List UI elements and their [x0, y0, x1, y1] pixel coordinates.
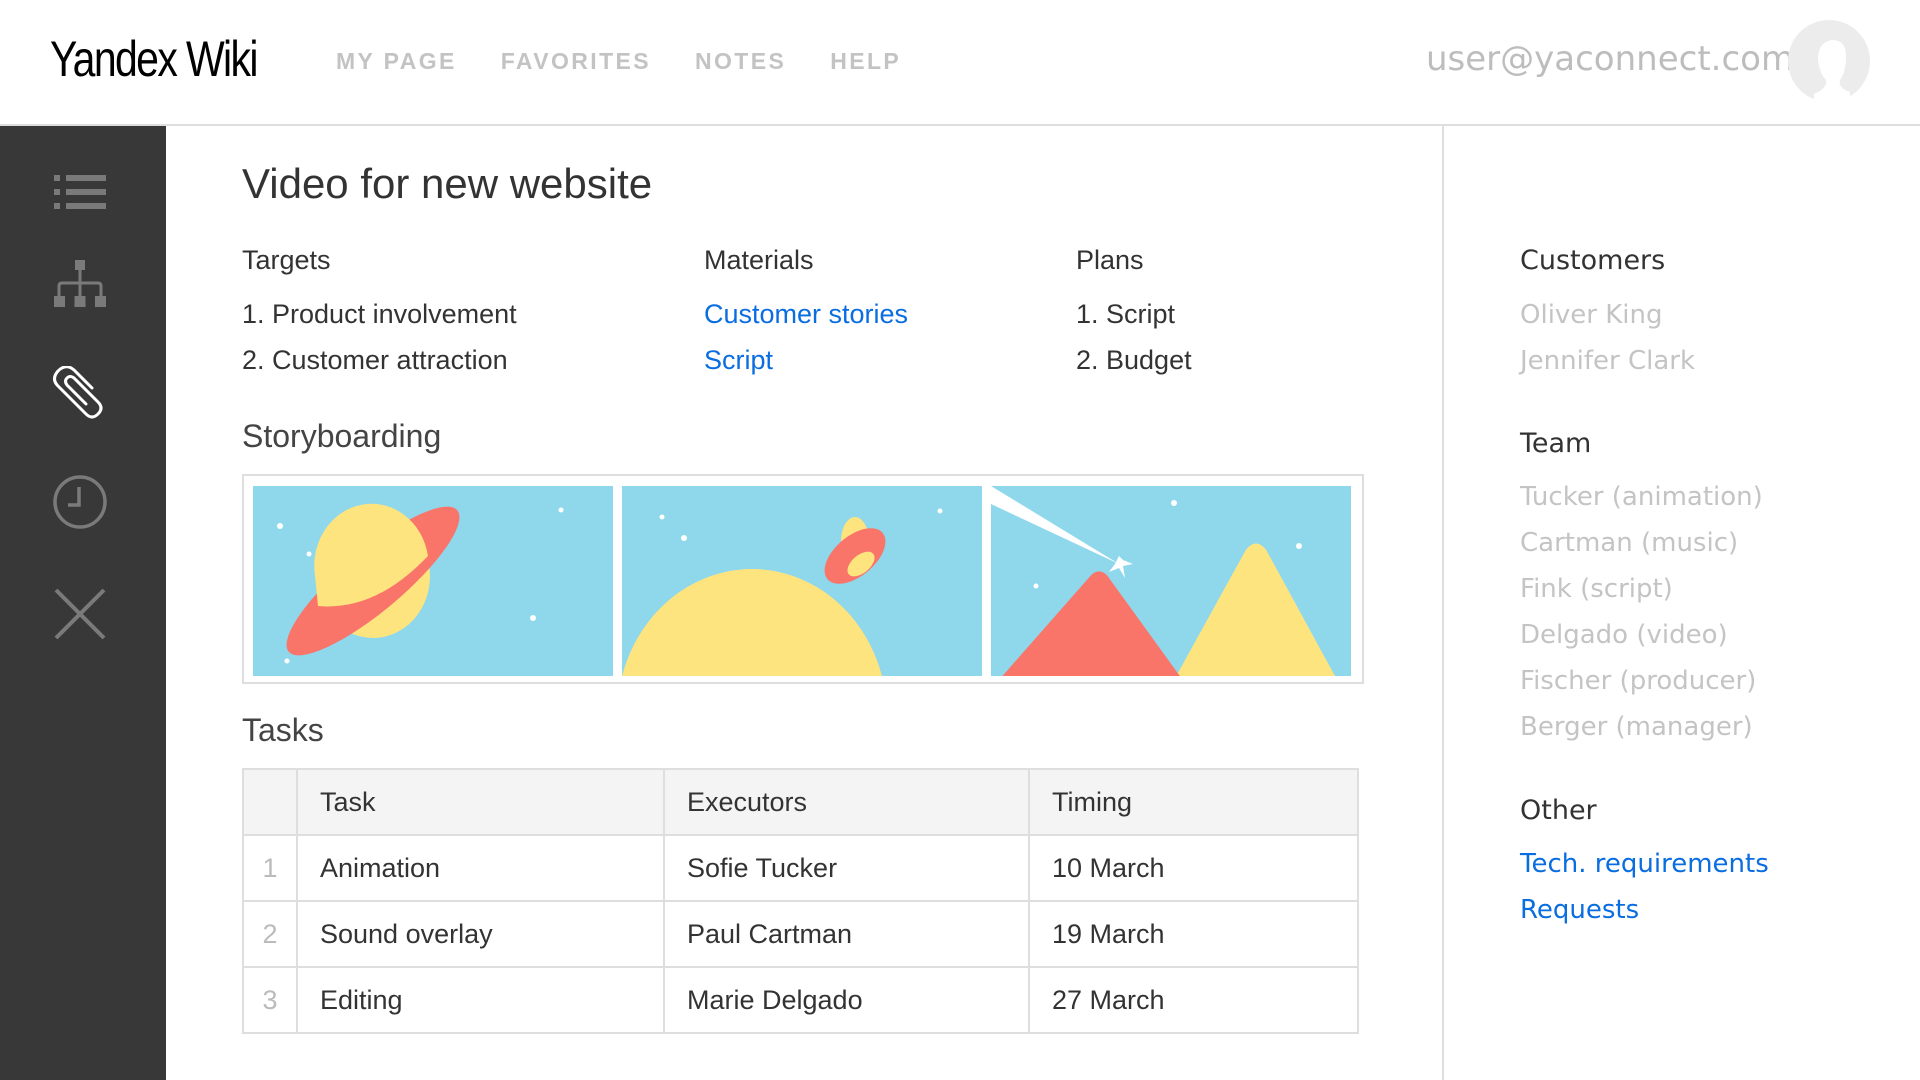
- material-link-script[interactable]: Script: [704, 345, 773, 376]
- team-member: Fischer (producer): [1520, 666, 1757, 696]
- nav-favorites[interactable]: FAVORITES: [501, 48, 651, 75]
- executor-cell: Marie Delgado: [663, 966, 1030, 1034]
- other-heading: Other: [1520, 795, 1597, 826]
- avatar[interactable]: [1788, 20, 1870, 102]
- table-header-row: Task Executors Timing: [242, 768, 1359, 836]
- column-header-task: Task: [296, 768, 665, 836]
- task-cell: Animation: [296, 834, 665, 902]
- plan-item: 1. Script: [1076, 299, 1176, 329]
- team-member: Tucker (animation): [1520, 482, 1763, 512]
- left-sidebar: [0, 126, 166, 1080]
- task-cell: Editing: [296, 966, 665, 1034]
- logo-product: Wiki: [185, 31, 259, 87]
- timing-cell: 10 March: [1028, 834, 1359, 902]
- column-header-timing: Timing: [1028, 768, 1359, 836]
- storyboarding-heading: Storyboarding: [242, 418, 442, 454]
- page-title: Video for new website: [242, 160, 653, 207]
- nav-help[interactable]: HELP: [830, 48, 901, 75]
- team-heading: Team: [1520, 428, 1592, 459]
- executor-cell: Sofie Tucker: [663, 834, 1030, 902]
- tasks-table: Task Executors Timing 1 Animation Sofie …: [242, 768, 1359, 1034]
- team-member: Berger (manager): [1520, 712, 1753, 742]
- ufo-planet-illustration: [622, 508, 943, 676]
- task-cell: Sound overlay: [296, 900, 665, 968]
- top-nav: MY PAGE FAVORITES NOTES HELP: [336, 48, 901, 75]
- storyboard-frame-mountains[interactable]: [991, 486, 1351, 676]
- storyboard-frame-ufo[interactable]: [622, 486, 982, 676]
- target-item: 1. Product involvement: [242, 299, 517, 329]
- link-tech-requirements[interactable]: Tech. requirements: [1520, 849, 1769, 879]
- right-panel-divider: [1442, 126, 1444, 1080]
- team-member: Delgado (video): [1520, 620, 1728, 650]
- customer-item: Oliver King: [1520, 300, 1663, 330]
- ringed-planet-illustration: [277, 503, 564, 664]
- link-requests[interactable]: Requests: [1520, 895, 1639, 925]
- materials-heading: Materials: [704, 245, 814, 275]
- close-icon: [54, 588, 106, 640]
- plans-heading: Plans: [1076, 245, 1144, 275]
- table-row: 3 Editing Marie Delgado 27 March: [242, 966, 1359, 1034]
- clock-icon: [53, 475, 107, 529]
- yandex-wiki-logo[interactable]: Yandex Wiki: [50, 30, 259, 88]
- executor-cell: Paul Cartman: [663, 900, 1030, 968]
- nav-my-page[interactable]: MY PAGE: [336, 48, 457, 75]
- table-row: 1 Animation Sofie Tucker 10 March: [242, 834, 1359, 902]
- list-icon: [54, 175, 106, 209]
- sidebar-item-list[interactable]: [52, 164, 108, 220]
- sidebar-item-history[interactable]: [52, 474, 108, 530]
- row-number: 1: [242, 834, 298, 902]
- targets-heading: Targets: [242, 245, 331, 275]
- timing-cell: 19 March: [1028, 900, 1359, 968]
- sidebar-item-tree[interactable]: [52, 256, 108, 312]
- timing-cell: 27 March: [1028, 966, 1359, 1034]
- plan-item: 2. Budget: [1076, 345, 1192, 375]
- user-silhouette-icon: [1814, 40, 1850, 102]
- user-email[interactable]: user@yaconnect.com: [1426, 39, 1794, 79]
- sitemap-icon: [54, 260, 106, 307]
- sidebar-item-close[interactable]: [52, 586, 108, 642]
- nav-notes[interactable]: NOTES: [695, 48, 786, 75]
- row-number: 3: [242, 966, 298, 1034]
- customers-heading: Customers: [1520, 245, 1666, 276]
- paperclip-icon: [53, 365, 103, 419]
- comet-mountains-illustration: [991, 486, 1335, 676]
- sidebar-item-attachments[interactable]: [52, 365, 108, 422]
- target-item: 2. Customer attraction: [242, 345, 508, 375]
- storyboard-frame-planet[interactable]: [253, 486, 613, 676]
- column-header-executors: Executors: [663, 768, 1030, 836]
- team-member: Fink (script): [1520, 574, 1673, 604]
- storyboard-strip: [242, 474, 1364, 684]
- team-member: Cartman (music): [1520, 528, 1739, 558]
- top-header: Yandex Wiki MY PAGE FAVORITES NOTES HELP…: [0, 0, 1920, 126]
- material-link-customer-stories[interactable]: Customer stories: [704, 299, 908, 330]
- customer-item: Jennifer Clark: [1520, 346, 1696, 376]
- logo-brand: Yandex: [50, 31, 178, 87]
- table-row: 2 Sound overlay Paul Cartman 19 March: [242, 900, 1359, 968]
- tasks-heading: Tasks: [242, 712, 324, 748]
- column-header-number: [242, 768, 298, 836]
- row-number: 2: [242, 900, 298, 968]
